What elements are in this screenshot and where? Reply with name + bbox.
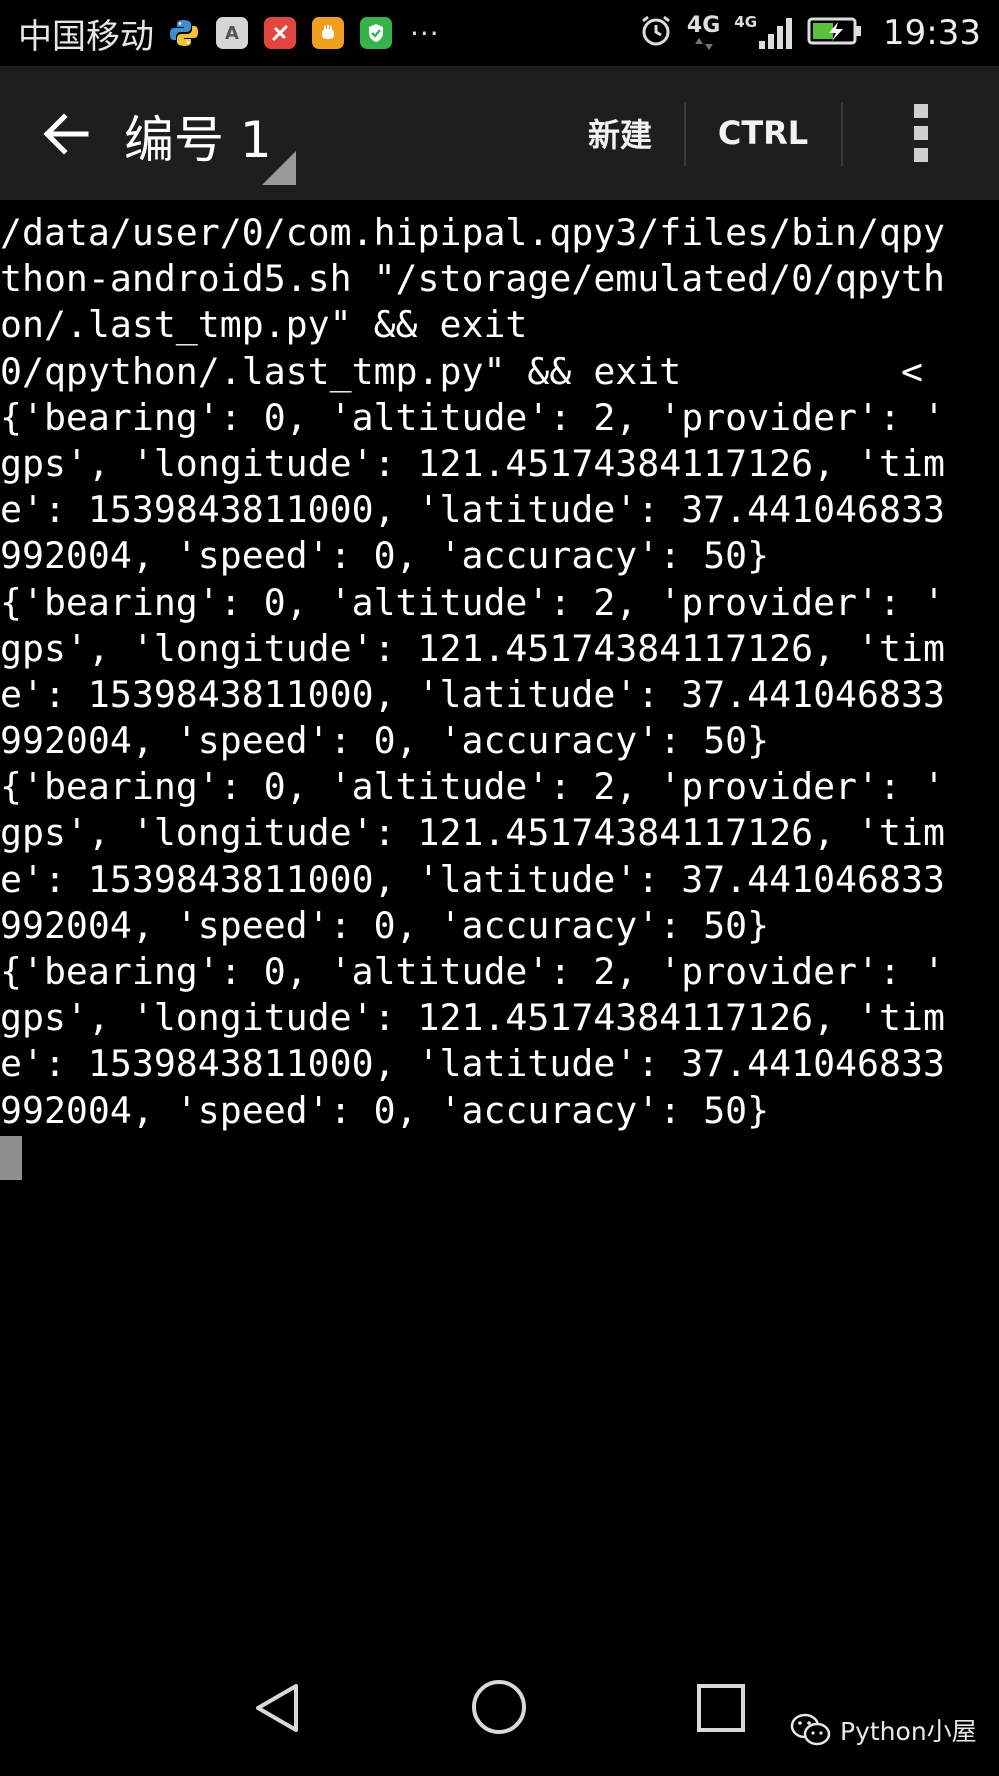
signal-indicator: 4G — [734, 15, 793, 51]
watermark-text: Python小屋 — [840, 1717, 977, 1746]
recents-square-icon — [697, 1684, 745, 1732]
terminal-line: /data/user/0/com.hipipal.qpy3/files/bin/… — [0, 211, 945, 254]
nav-back-button[interactable] — [250, 1680, 306, 1736]
network-4g-indicator: 4G — [687, 15, 720, 51]
more-notifications-icon: ··· — [410, 16, 440, 50]
terminal-line: e': 1539843811000, 'latitude': 37.441046… — [0, 672, 945, 716]
status-right: 4G 4G 19:33 — [639, 0, 981, 66]
terminal-line: gps', 'longitude': 121.45174384117126, '… — [0, 626, 945, 670]
font-app-icon: A — [216, 17, 248, 49]
action-divider — [841, 102, 843, 166]
terminal-line: {'bearing': 0, 'altitude': 2, 'provider'… — [0, 580, 945, 624]
terminal-line: 0/qpython/.last_tmp.py" && exit < — [0, 349, 923, 393]
arrow-left-icon — [43, 113, 89, 155]
terminal-lines: /data/user/0/com.hipipal.qpy3/files/bin/… — [0, 210, 999, 1134]
ctrl-key-button[interactable]: CTRL — [685, 66, 841, 200]
nav-recents-button[interactable] — [696, 1683, 746, 1733]
status-time: 19:33 — [883, 13, 981, 53]
watermark: Python小屋 — [790, 1712, 977, 1748]
terminal-line: on/.last_tmp.py" && exit — [0, 303, 528, 347]
session-title[interactable]: 编号 1 — [124, 100, 272, 172]
battery-charging-icon — [807, 16, 863, 50]
session-dropdown-indicator[interactable] — [262, 151, 296, 185]
terminal-line: e': 1539843811000, 'latitude': 37.441046… — [0, 488, 945, 532]
python-icon — [168, 17, 200, 49]
terminal-line: e': 1539843811000, 'latitude': 37.441046… — [0, 857, 945, 901]
green-shield-icon — [360, 17, 392, 49]
network-type-label: 4G — [686, 13, 721, 38]
terminal-line: {'bearing': 0, 'altitude': 2, 'provider'… — [0, 395, 945, 439]
carrier-name: 中国移动 — [18, 16, 154, 57]
status-bar: 中国移动 A ··· 4G 4G 19:33 — [0, 0, 999, 66]
terminal-line: gps', 'longitude': 121.45174384117126, '… — [0, 811, 945, 855]
terminal-line: 992004, 'speed': 0, 'accuracy': 50} — [0, 719, 770, 763]
notification-icons: A ··· — [168, 17, 440, 50]
home-circle-icon — [472, 1680, 526, 1734]
new-session-button[interactable]: 新建 — [556, 66, 684, 200]
terminal-line: 992004, 'speed': 0, 'accuracy': 50} — [0, 534, 770, 578]
wechat-icon — [790, 1713, 831, 1746]
alarm-icon — [639, 14, 673, 52]
back-triangle-icon — [256, 1684, 298, 1732]
overflow-menu-icon[interactable] — [900, 104, 944, 164]
app-bar: 编号 1 新建 CTRL — [0, 66, 999, 200]
terminal-output[interactable]: /data/user/0/com.hipipal.qpy3/files/bin/… — [0, 210, 999, 1650]
terminal-line: {'bearing': 0, 'altitude': 2, 'provider'… — [0, 765, 945, 809]
terminal-line: gps', 'longitude': 121.45174384117126, '… — [0, 996, 945, 1040]
signal-bars-icon — [759, 18, 793, 49]
back-button[interactable] — [38, 106, 94, 162]
terminal-line: e': 1539843811000, 'latitude': 37.441046… — [0, 1042, 945, 1086]
nav-home-button[interactable] — [470, 1678, 528, 1736]
terminal-line: gps', 'longitude': 121.45174384117126, '… — [0, 441, 945, 485]
terminal-line: 992004, 'speed': 0, 'accuracy': 50} — [0, 903, 770, 947]
terminal-line: thon-android5.sh "/storage/emulated/0/qp… — [0, 257, 945, 301]
terminal-cursor — [0, 1135, 22, 1180]
data-arrows-icon — [694, 38, 713, 50]
orange-app-icon — [312, 17, 344, 49]
terminal-line: {'bearing': 0, 'altitude': 2, 'provider'… — [0, 950, 945, 993]
terminal-line: 992004, 'speed': 0, 'accuracy': 50} — [0, 1088, 770, 1132]
red-app-icon — [264, 17, 296, 49]
network-type-small: 4G — [734, 13, 758, 31]
